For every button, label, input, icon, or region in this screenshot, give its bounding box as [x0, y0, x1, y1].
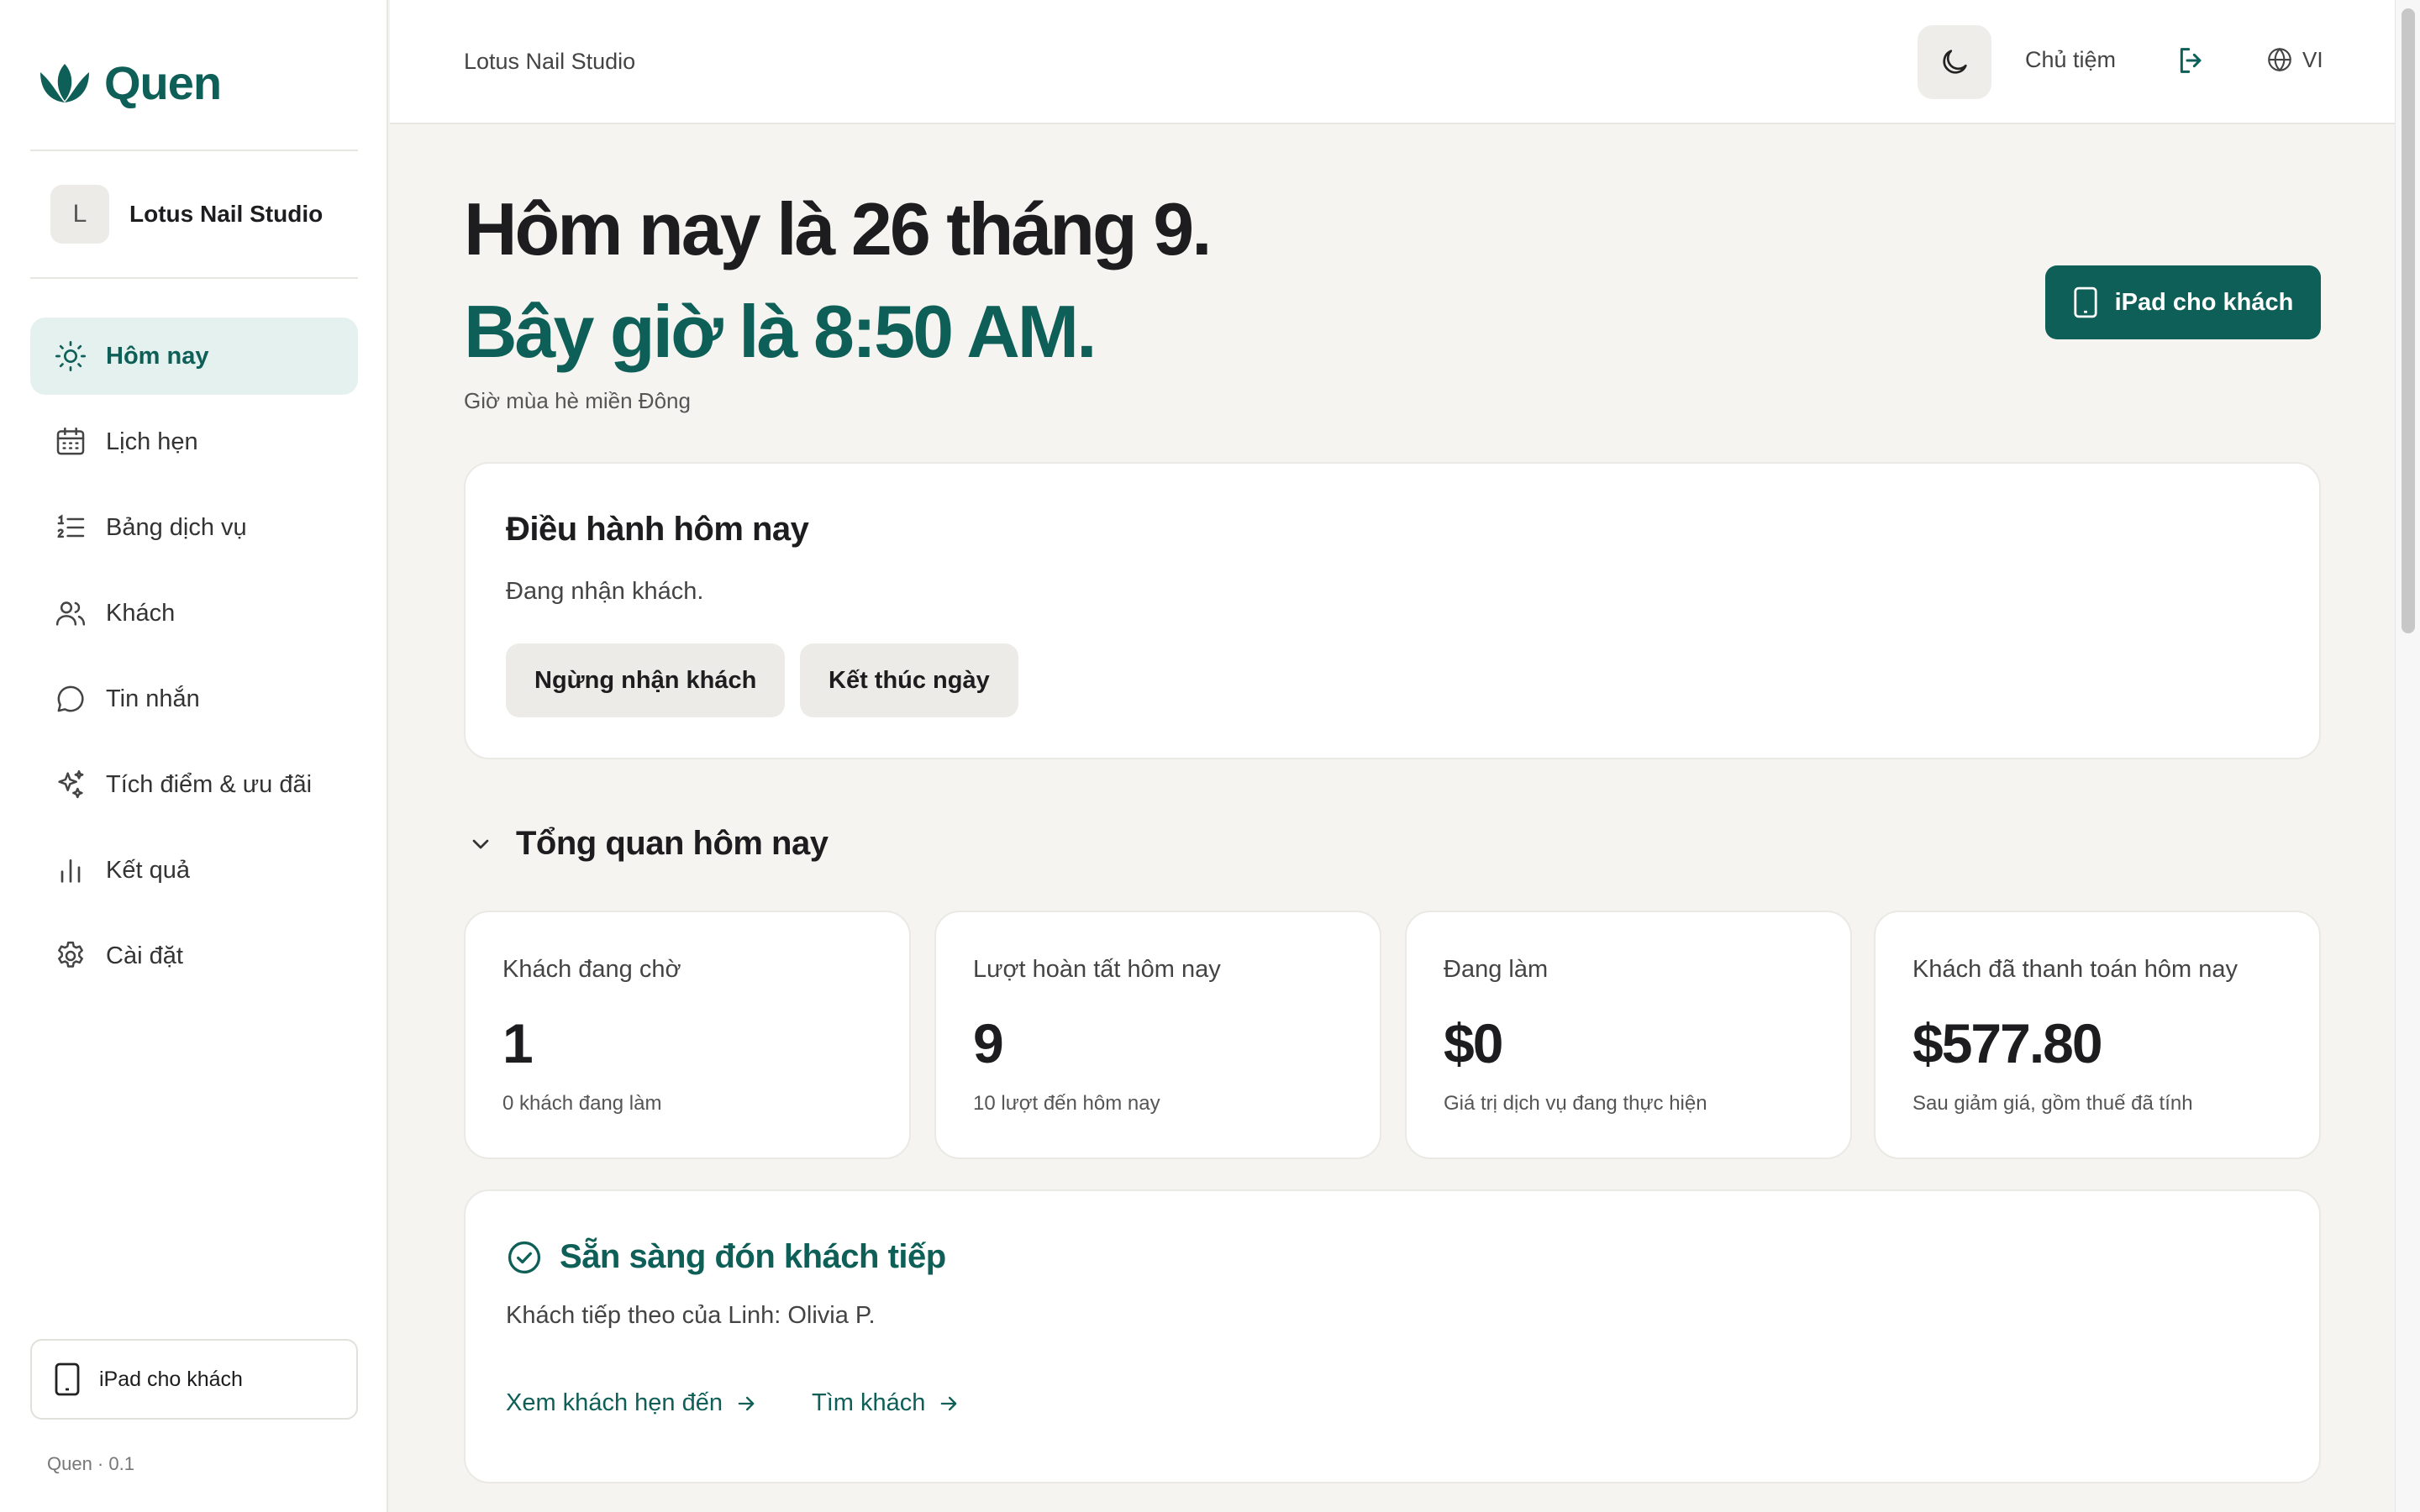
- tablet-icon: [55, 1362, 80, 1396]
- stat-subtext: Sau giảm giá, gồm thuế đã tính: [1912, 1092, 2193, 1115]
- stat-card-waiting: Khách đang chờ 1 0 khách đang làm: [464, 911, 911, 1159]
- stat-card-completed: Lượt hoàn tất hôm nay 9 10 lượt đến hôm …: [934, 911, 1381, 1159]
- user-role[interactable]: Chủ tiệm: [2025, 47, 2116, 73]
- breadcrumb: Lotus Nail Studio: [464, 49, 636, 74]
- sidebar: Quen L Lotus Nail Studio Hôm nay Lịch hẹ…: [0, 0, 388, 1512]
- sidebar-item-label: Hôm nay: [106, 342, 209, 370]
- moon-icon: [1943, 50, 1967, 74]
- top-bar: Lotus Nail Studio Chủ tiệm VI: [390, 0, 2395, 124]
- logout-icon[interactable]: [2175, 44, 2208, 77]
- end-day-button[interactable]: Kết thúc ngày: [800, 643, 1018, 717]
- stat-label: Khách đang chờ: [502, 956, 681, 983]
- sidebar-item-loyalty[interactable]: Tích điểm & ưu đãi: [30, 746, 358, 823]
- stat-label: Đang làm: [1444, 956, 1549, 983]
- sidebar-item-label: Cài đặt: [106, 942, 183, 969]
- sidebar-item-label: Khách: [106, 599, 176, 627]
- sidebar-ipad-label: iPad cho khách: [99, 1367, 243, 1391]
- stop-accepting-button[interactable]: Ngừng nhận khách: [506, 643, 786, 717]
- sidebar-item-messages[interactable]: Tin nhắn: [30, 660, 358, 738]
- stat-value: $577.80: [1912, 1012, 2103, 1074]
- ready-card: Sẵn sàng đón khách tiếp Khách tiếp theo …: [464, 1189, 2321, 1483]
- list-ordered-icon: [57, 514, 85, 538]
- calendar-icon: [56, 427, 85, 455]
- globe-icon: [2268, 47, 2291, 72]
- operations-status: Đang nhận khách.: [506, 578, 704, 605]
- stat-value: 9: [973, 1012, 1004, 1074]
- sidebar-ipad-button[interactable]: iPad cho khách: [30, 1339, 358, 1420]
- divider: [30, 277, 358, 279]
- check-circle-icon: [508, 1241, 541, 1273]
- find-customer-link[interactable]: Tìm khách: [812, 1389, 960, 1417]
- find-customer-label: Tìm khách: [812, 1389, 926, 1416]
- ipad-for-customers-button[interactable]: iPad cho khách: [2045, 265, 2321, 339]
- sidebar-item-customers[interactable]: Khách: [30, 575, 358, 652]
- sidebar-item-today[interactable]: Hôm nay: [30, 318, 358, 395]
- sidebar-item-label: Kết quả: [106, 856, 190, 884]
- stat-card-paid: Khách đã thanh toán hôm nay $577.80 Sau …: [1874, 911, 2321, 1159]
- date-heading: Hôm nay là 26 tháng 9.: [464, 187, 1213, 270]
- view-appointments-link[interactable]: Xem khách hẹn đến: [506, 1389, 758, 1417]
- message-icon: [57, 685, 84, 712]
- stat-subtext: Giá trị dịch vụ đang thực hiện: [1444, 1092, 1707, 1115]
- chevron-down-icon: [472, 839, 489, 848]
- time-heading: Bây giờ là 8:50 AM.: [464, 290, 1097, 373]
- view-appointments-label: Xem khách hẹn đến: [506, 1389, 723, 1416]
- sidebar-item-appointments[interactable]: Lịch hẹn: [30, 403, 358, 480]
- ipad-button-label: iPad cho khách: [2114, 288, 2294, 316]
- language-code: VI: [2302, 46, 2323, 72]
- bar-chart-icon: [60, 858, 81, 883]
- store-switcher[interactable]: L Lotus Nail Studio: [50, 185, 323, 244]
- theme-toggle-button[interactable]: [1918, 25, 1991, 99]
- operations-title: Điều hành hôm nay: [506, 511, 809, 548]
- sparkles-icon: [58, 769, 84, 799]
- brand-name: Quen: [104, 56, 222, 109]
- tablet-icon: [2074, 286, 2097, 318]
- sidebar-item-label: Tích điểm & ưu đãi: [106, 770, 313, 798]
- stat-label: Lượt hoàn tất hôm nay: [973, 956, 1221, 983]
- users-icon: [55, 601, 86, 626]
- stat-label: Khách đã thanh toán hôm nay: [1912, 956, 2238, 983]
- store-name: Lotus Nail Studio: [129, 201, 324, 227]
- stat-value: 1: [502, 1012, 534, 1074]
- sidebar-nav: Hôm nay Lịch hẹn Bảng dịch vụ Khách Tin …: [30, 318, 358, 1003]
- gear-icon: [58, 941, 83, 968]
- app-version: Quen · 0.1: [47, 1453, 134, 1474]
- stat-subtext: 10 lượt đến hôm nay: [973, 1092, 1160, 1115]
- timezone-label: Giờ mùa hè miền Đông: [464, 388, 691, 413]
- stat-card-in-progress: Đang làm $0 Giá trị dịch vụ đang thực hi…: [1405, 911, 1852, 1159]
- brand-logo[interactable]: Quen: [37, 55, 222, 110]
- sun-icon: [55, 341, 86, 371]
- arrow-right-icon: [941, 1396, 957, 1410]
- sidebar-item-label: Lịch hẹn: [106, 428, 198, 455]
- overview-toggle[interactable]: Tổng quan hôm nay: [467, 825, 829, 863]
- sidebar-item-settings[interactable]: Cài đặt: [30, 917, 358, 995]
- stat-subtext: 0 khách đang làm: [502, 1092, 662, 1115]
- lotus-logo-icon: [40, 63, 89, 102]
- divider: [30, 150, 358, 151]
- ready-title: Sẵn sàng đón khách tiếp: [560, 1238, 946, 1275]
- ready-header: Sẵn sàng đón khách tiếp: [506, 1238, 946, 1276]
- scrollbar-thumb[interactable]: [2402, 8, 2415, 633]
- stat-value: $0: [1444, 1012, 1503, 1074]
- sidebar-item-label: Tin nhắn: [106, 685, 200, 712]
- operations-card: Điều hành hôm nay Đang nhận khách. Ngừng…: [464, 462, 2321, 759]
- overview-title: Tổng quan hôm nay: [516, 825, 829, 862]
- language-switcher[interactable]: VI: [2265, 45, 2323, 74]
- sidebar-item-services[interactable]: Bảng dịch vụ: [30, 489, 358, 566]
- arrow-right-icon: [738, 1396, 755, 1410]
- sidebar-item-label: Bảng dịch vụ: [106, 513, 247, 541]
- store-avatar: L: [50, 185, 109, 244]
- sidebar-item-reports[interactable]: Kết quả: [30, 832, 358, 909]
- next-customer-text: Khách tiếp theo của Linh: Olivia P.: [506, 1302, 876, 1329]
